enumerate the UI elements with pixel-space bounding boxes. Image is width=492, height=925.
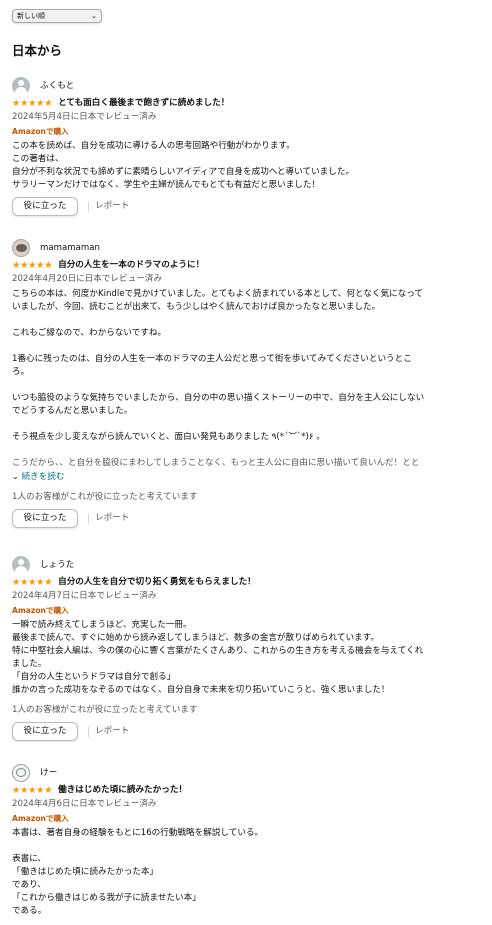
read-more-label: 続きを読む xyxy=(21,472,65,482)
helpful-button[interactable]: 役に立った xyxy=(12,509,78,528)
verified-purchase-badge: Amazonで購入 xyxy=(12,814,69,823)
review-body: 本書は、著者自身の経験をもとに16の行動戦略を解説している。 表書に、 「働きは… xyxy=(12,827,482,918)
report-link[interactable]: レポート xyxy=(95,200,129,213)
review-body: 一瞬で読み終えてしまうほど、充実した一冊。 最後まで読んで、すぐに始めから読み返… xyxy=(12,619,482,697)
review-body-line: である。 xyxy=(12,906,47,916)
review-body-line: 特に中堅社会人編は、今の僕の心に響く言葉がたくさんあり、これからの生き方を考える… xyxy=(12,646,424,656)
review-title[interactable]: 自分の人生を自分で切り拓く勇気をもらえました！ xyxy=(58,576,256,589)
review-body-line: こちらの本は、何度かKindleで見かけていました。とてもよく読まれている本とし… xyxy=(12,289,423,299)
reviewer-name: ふくもと xyxy=(40,80,75,91)
review-body-line: 最後まで読んで、すぐに始めから読み返してしまうほど、数多の金言が散りばめられてい… xyxy=(12,633,379,643)
review-body-line xyxy=(12,379,482,392)
reviewer-name: けー xyxy=(40,767,58,778)
review-body-line: でどうするんだと思いました。 xyxy=(12,406,133,416)
review-body-line: ろ。 xyxy=(12,367,30,377)
review-title[interactable]: 働きはじめた頃に読みたかった！ xyxy=(58,784,187,797)
review-date: 2024年4月6日に日本でレビュー済み xyxy=(12,799,157,809)
review-body-line xyxy=(12,444,482,457)
review-body-line: 本書は、著者自身の経験をもとに16の行動戦略を解説している。 xyxy=(12,828,264,838)
sort-dropdown[interactable]: 新しい順 ⌄ xyxy=(12,9,102,23)
read-more-link[interactable]: ⌄ 続きを読む xyxy=(12,470,482,484)
review-body: この本を読めば、自分を成功に導ける人の思考回路や行動がわかります。 この著者は、… xyxy=(12,140,482,192)
review-date: 2024年4月7日に日本でレビュー済み xyxy=(12,591,157,601)
divider xyxy=(88,726,89,737)
report-link[interactable]: レポート xyxy=(95,725,129,738)
helpful-count: 1人のお客様がこれが役に立ったと考えています xyxy=(12,705,198,715)
review-title[interactable]: とても面白く最後まで飽きずに読めました！ xyxy=(58,97,229,110)
report-link[interactable]: レポート xyxy=(95,512,129,525)
review-card: mamamaman ★★★★★ 自分の人生を一本のドラマのように！ 2024年4… xyxy=(12,238,482,528)
review-card: けー ★★★★★ 働きはじめた頃に読みたかった！ 2024年4月6日に日本でレビ… xyxy=(12,763,482,918)
helpful-count: 1人のお客様がこれが役に立ったと考えています xyxy=(12,492,198,502)
reviewer-name: しょうた xyxy=(40,559,75,570)
review-card: ふくもと ★★★★★ とても面白く最後まで飽きずに読めました！ 2024年5月4… xyxy=(12,76,482,216)
chevron-down-icon: ⌄ xyxy=(12,472,19,481)
review-body-line: いましたが、今回、読むことが出来て、もう少しはやく読んでおけば良かったなと思いま… xyxy=(12,302,381,312)
review-body-line: 表書に、 xyxy=(12,854,47,864)
review-body-line xyxy=(12,840,482,853)
verified-purchase-badge: Amazonで購入 xyxy=(12,606,69,615)
review-body-line: これもご縁なので、わからないですね。 xyxy=(12,328,167,338)
verified-purchase-badge: Amazonで購入 xyxy=(12,127,69,136)
review-body-faded-line: こうだから、、と自分を脇役にまわしてしまうことなく、もっと主人公に自由に思い描い… xyxy=(12,458,420,468)
star-rating-icon: ★★★★★ xyxy=(12,577,53,588)
review-body-line: ました。 xyxy=(12,659,47,669)
review-body-line: 「働きはじめた頃に読みたかった本」 xyxy=(12,867,159,877)
reviewer-name: mamamaman xyxy=(40,242,100,253)
helpful-button[interactable]: 役に立った xyxy=(12,722,78,741)
review-card: しょうた ★★★★★ 自分の人生を自分で切り拓く勇気をもらえました！ 2024年… xyxy=(12,555,482,741)
reviewer-profile[interactable]: mamamaman xyxy=(12,238,482,258)
review-body-line: 誰かの言った成功をなぞるのではなく、自分自身で未来を切り拓いていこうと、強く思い… xyxy=(12,685,390,695)
divider xyxy=(88,513,89,524)
sort-selected-label: 新しい順 xyxy=(17,12,45,20)
review-body-line: そう視点を少し変えながら読んでいくと、面白い発見もありました ٩(*´︶`*)۶… xyxy=(12,432,325,442)
review-body-line: 「自分の人生というドラマは自分で創る」 xyxy=(12,672,176,682)
review-body-line: 1番心に残ったのは、自分の人生を一本のドラマの主人公だと思って街を歩いてみてくだ… xyxy=(12,354,412,364)
review-body-line: いつも脇役のような気持ちでいましたから、自分の中の思い描くストーリーの中で、自分… xyxy=(12,393,425,403)
review-body-line: 一瞬で読み終えてしまうほど、充実した一冊。 xyxy=(12,620,192,630)
review-body-line: この著者は、 xyxy=(12,154,64,164)
star-rating-icon: ★★★★★ xyxy=(12,785,53,796)
review-body-line: 「これから働きはじめる我が子に読ませたい本」 xyxy=(12,893,201,903)
review-body: こちらの本は、何度かKindleで見かけていました。とてもよく読まれている本とし… xyxy=(12,288,482,470)
review-body-line xyxy=(12,418,482,431)
review-body-line: であり、 xyxy=(12,880,46,890)
review-body-line: 自分が不利な状況でも諦めずに素晴らしいアイディアで自身を成功へと導いていました。 xyxy=(12,167,355,177)
reviewer-profile[interactable]: けー xyxy=(12,763,482,783)
avatar-photo-icon xyxy=(12,239,30,257)
divider xyxy=(88,201,89,212)
reviewer-profile[interactable]: ふくもと xyxy=(12,76,482,96)
review-body-line: サラリーマンだけではなく、学生や主婦が読んでもとても有益だと思いました！ xyxy=(12,180,321,190)
avatar-default-icon xyxy=(12,77,30,95)
review-date: 2024年4月20日に日本でレビュー済み xyxy=(12,274,162,284)
avatar-cat-icon xyxy=(12,764,30,782)
review-date: 2024年5月4日に日本でレビュー済み xyxy=(12,112,157,122)
helpful-button[interactable]: 役に立った xyxy=(12,197,78,216)
avatar-default-icon xyxy=(12,556,30,574)
review-body-line: この本を読めば、自分を成功に導ける人の思考回路や行動がわかります。 xyxy=(12,141,295,151)
chevron-down-icon: ⌄ xyxy=(91,12,97,20)
review-body-line xyxy=(12,340,482,353)
section-title: 日本から xyxy=(12,43,63,58)
review-body-line xyxy=(12,314,482,327)
star-rating-icon: ★★★★★ xyxy=(12,98,53,109)
star-rating-icon: ★★★★★ xyxy=(12,260,53,271)
review-title[interactable]: 自分の人生を一本のドラマのように！ xyxy=(58,259,204,272)
reviewer-profile[interactable]: しょうた xyxy=(12,555,482,575)
